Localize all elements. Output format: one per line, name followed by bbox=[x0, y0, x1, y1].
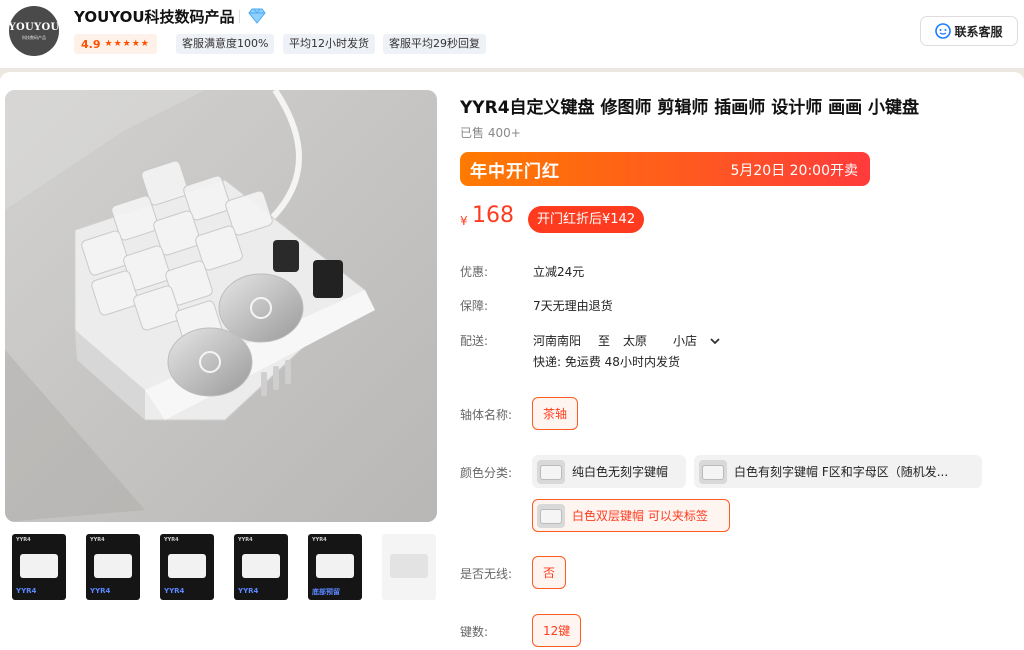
shop-tag-shipping: 平均12小时发货 bbox=[283, 34, 375, 54]
shipping-destination[interactable]: 太原 bbox=[623, 332, 647, 349]
color-option-label: 纯白色无刻字键帽 bbox=[572, 465, 669, 479]
content-top-edge bbox=[0, 72, 1024, 86]
shop-logo-subtext: 科技数码产品 bbox=[22, 34, 46, 40]
contact-service-button[interactable]: 联系客服 bbox=[920, 16, 1018, 46]
color-label: 颜色分类: bbox=[460, 466, 513, 480]
shop-tag-response: 客服平均29秒回复 bbox=[383, 34, 486, 54]
shipping-area[interactable]: 小店 bbox=[673, 332, 697, 349]
color-option-white-printed[interactable]: 白色有刻字键帽 F区和字母区（随机发... bbox=[694, 455, 982, 488]
thumbnail-2[interactable]: YYR4 YYR4 bbox=[86, 534, 140, 600]
offer-label: 优惠: bbox=[460, 265, 489, 279]
switch-label: 轴体名称: bbox=[460, 408, 513, 422]
thumbnail-3[interactable]: YYR4 YYR4 bbox=[160, 534, 214, 600]
price-currency: ¥ bbox=[460, 214, 468, 228]
header-divider bbox=[239, 10, 240, 23]
color-option-label: 白色有刻字键帽 F区和字母区（随机发... bbox=[734, 465, 949, 479]
keys-label: 键数: bbox=[460, 625, 489, 639]
thumbnail-4[interactable]: YYR4 YYR4 bbox=[234, 534, 288, 600]
color-option-plain-white[interactable]: 纯白色无刻字键帽 bbox=[532, 455, 686, 488]
shipping-label: 配送: bbox=[460, 334, 489, 348]
shipping-to-word: 至 bbox=[598, 334, 611, 348]
price-value: 168 bbox=[472, 203, 514, 228]
shipping-detail: 快递: 免运费 48小时内发货 bbox=[533, 355, 680, 369]
rating-stars-icon: ★★★★★ bbox=[104, 39, 150, 49]
promo-time: 5月20日 20:00开卖 bbox=[730, 163, 858, 179]
shop-name[interactable]: YOUYOU科技数码产品 bbox=[74, 6, 235, 27]
contact-service-label: 联系客服 bbox=[954, 24, 1003, 39]
shop-logo-text: YOUYOU bbox=[8, 21, 60, 33]
sold-count: 已售 400+ bbox=[460, 126, 521, 140]
color-swatch-image bbox=[699, 459, 727, 484]
promo-title: 年中开门红 bbox=[470, 162, 560, 182]
wireless-option-no[interactable]: 否 bbox=[532, 556, 567, 589]
main-product-image[interactable] bbox=[5, 90, 437, 522]
rating-score: 4.9 bbox=[81, 37, 101, 51]
thumbnail-5[interactable]: YYR4 底部预留 bbox=[308, 534, 362, 600]
shop-header: YOUYOU 科技数码产品 YOUYOU科技数码产品 4.9 ★★★★★ 客服满… bbox=[0, 0, 1024, 68]
keys-option-12[interactable]: 12键 bbox=[532, 614, 582, 647]
thumbnail-6[interactable] bbox=[382, 534, 436, 600]
promo-banner: 年中开门红 5月20日 20:00开卖 bbox=[460, 152, 870, 186]
shop-tag-satisfaction: 客服满意度100% bbox=[176, 34, 275, 54]
product-title: YYR4自定义键盘 修图师 剪辑师 插画师 设计师 画画 小键盘 bbox=[460, 98, 920, 118]
offer-value: 立减24元 bbox=[533, 265, 585, 279]
chat-bubble-icon bbox=[935, 23, 952, 39]
chevron-down-icon[interactable] bbox=[708, 334, 722, 348]
switch-option-tea[interactable]: 茶轴 bbox=[532, 397, 579, 430]
keypad-illustration bbox=[5, 90, 437, 522]
color-swatch-image bbox=[537, 503, 565, 528]
discount-badge: 开门红折后¥142 bbox=[528, 206, 645, 233]
shipping-from: 河南南阳 bbox=[533, 334, 582, 348]
shop-rating: 4.9 ★★★★★ bbox=[74, 34, 157, 54]
wireless-label: 是否无线: bbox=[460, 567, 513, 581]
shop-logo[interactable]: YOUYOU 科技数码产品 bbox=[9, 6, 59, 56]
color-swatch-image bbox=[537, 459, 565, 484]
guarantee-value: 7天无理由退货 bbox=[533, 299, 613, 313]
color-option-double-layer[interactable]: 白色双层键帽 可以夹标签 bbox=[532, 499, 730, 532]
diamond-icon bbox=[248, 8, 266, 24]
thumbnail-strip: YYR4 YYR4 YYR4 YYR4 YYR4 YYR4 YYR4 YYR4 … bbox=[5, 530, 445, 602]
color-option-label: 白色双层键帽 可以夹标签 bbox=[572, 509, 708, 523]
thumbnail-1[interactable]: YYR4 YYR4 bbox=[12, 534, 66, 600]
guarantee-label: 保障: bbox=[460, 299, 489, 313]
